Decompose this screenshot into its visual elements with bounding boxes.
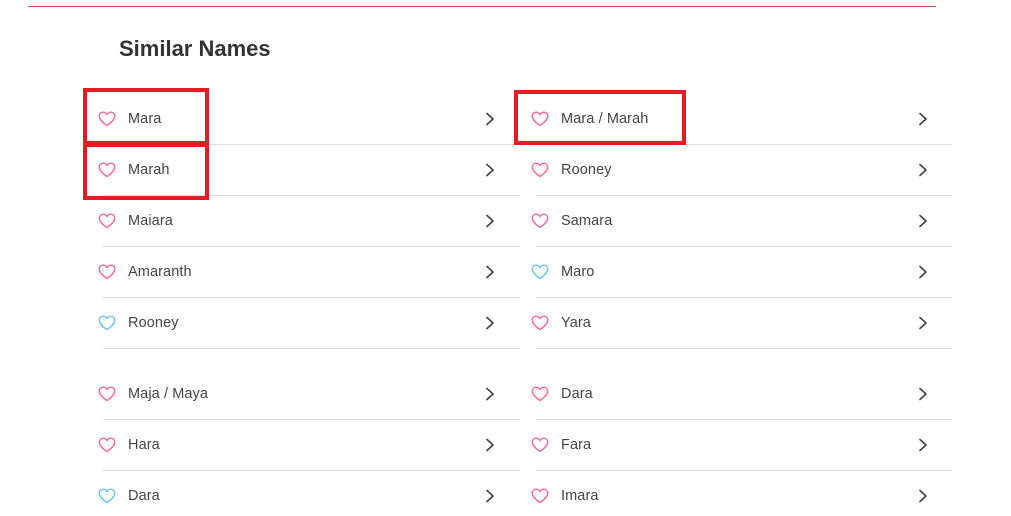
name-row[interactable]: Maro <box>531 247 952 298</box>
name-row[interactable]: Mara / Marah <box>531 94 952 145</box>
name-label: Amaranth <box>128 264 192 280</box>
heart-icon[interactable] <box>531 111 549 127</box>
heart-icon[interactable] <box>98 264 116 280</box>
name-row[interactable]: Mara <box>98 94 520 145</box>
name-row[interactable]: Fara <box>531 420 952 471</box>
chevron-right-icon <box>918 387 928 401</box>
heart-icon[interactable] <box>531 213 549 229</box>
heart-icon[interactable] <box>531 162 549 178</box>
name-label: Maiara <box>128 213 173 229</box>
name-label: Yara <box>561 315 591 331</box>
name-label: Maja / Maya <box>128 386 209 402</box>
chevron-right-icon <box>485 489 495 503</box>
name-row[interactable]: Maja / Maya <box>98 369 520 420</box>
chevron-right-icon <box>918 438 928 452</box>
top-divider <box>28 6 936 7</box>
chevron-right-icon <box>485 438 495 452</box>
heart-icon[interactable] <box>98 437 116 453</box>
name-row[interactable]: Rooney <box>531 145 952 196</box>
chevron-right-icon <box>918 489 928 503</box>
name-row[interactable]: Samara <box>531 196 952 247</box>
name-label: Rooney <box>128 315 179 331</box>
name-label: Dara <box>561 386 593 402</box>
similar-names-list-left-bottom: Maja / Maya Hara Dara <box>98 369 520 516</box>
name-label: Fara <box>561 437 592 453</box>
page: Similar Names Mara Marah Maiara Amaranth… <box>0 0 1011 516</box>
name-label: Mara <box>128 111 162 127</box>
chevron-right-icon <box>918 316 928 330</box>
chevron-right-icon <box>485 214 495 228</box>
heart-icon[interactable] <box>531 264 549 280</box>
chevron-right-icon <box>485 316 495 330</box>
similar-names-list-right-bottom: Dara Fara Imara <box>531 369 953 516</box>
chevron-right-icon <box>918 265 928 279</box>
heart-icon[interactable] <box>531 386 549 402</box>
chevron-right-icon <box>918 163 928 177</box>
similar-names-list-left-top: Mara Marah Maiara Amaranth Rooney <box>98 94 520 349</box>
name-row[interactable]: Rooney <box>98 298 520 349</box>
name-label: Rooney <box>561 162 612 178</box>
name-row[interactable]: Yara <box>531 298 952 349</box>
name-row[interactable]: Dara <box>531 369 952 420</box>
name-row[interactable]: Maiara <box>98 196 520 247</box>
heart-icon[interactable] <box>98 162 116 178</box>
section-title: Similar Names <box>119 36 271 61</box>
heart-icon[interactable] <box>98 111 116 127</box>
heart-icon[interactable] <box>531 437 549 453</box>
name-label: Mara / Marah <box>561 111 649 127</box>
chevron-right-icon <box>918 112 928 126</box>
name-label: Maro <box>561 264 595 280</box>
name-row[interactable]: Hara <box>98 420 520 471</box>
chevron-right-icon <box>485 387 495 401</box>
name-row[interactable]: Amaranth <box>98 247 520 298</box>
name-label: Marah <box>128 162 170 178</box>
heart-icon[interactable] <box>98 488 116 504</box>
chevron-right-icon <box>485 112 495 126</box>
heart-icon[interactable] <box>98 315 116 331</box>
name-row[interactable]: Imara <box>531 471 952 516</box>
name-label: Hara <box>128 437 160 453</box>
chevron-right-icon <box>485 265 495 279</box>
similar-names-list-right-top: Mara / Marah Rooney Samara Maro Yara <box>531 94 953 349</box>
heart-icon[interactable] <box>531 488 549 504</box>
name-label: Dara <box>128 488 160 504</box>
name-row[interactable]: Marah <box>98 145 520 196</box>
heart-icon[interactable] <box>98 213 116 229</box>
name-row[interactable]: Dara <box>98 471 520 516</box>
heart-icon[interactable] <box>98 386 116 402</box>
chevron-right-icon <box>485 163 495 177</box>
chevron-right-icon <box>918 214 928 228</box>
name-label: Samara <box>561 213 613 229</box>
name-label: Imara <box>561 488 599 504</box>
heart-icon[interactable] <box>531 315 549 331</box>
